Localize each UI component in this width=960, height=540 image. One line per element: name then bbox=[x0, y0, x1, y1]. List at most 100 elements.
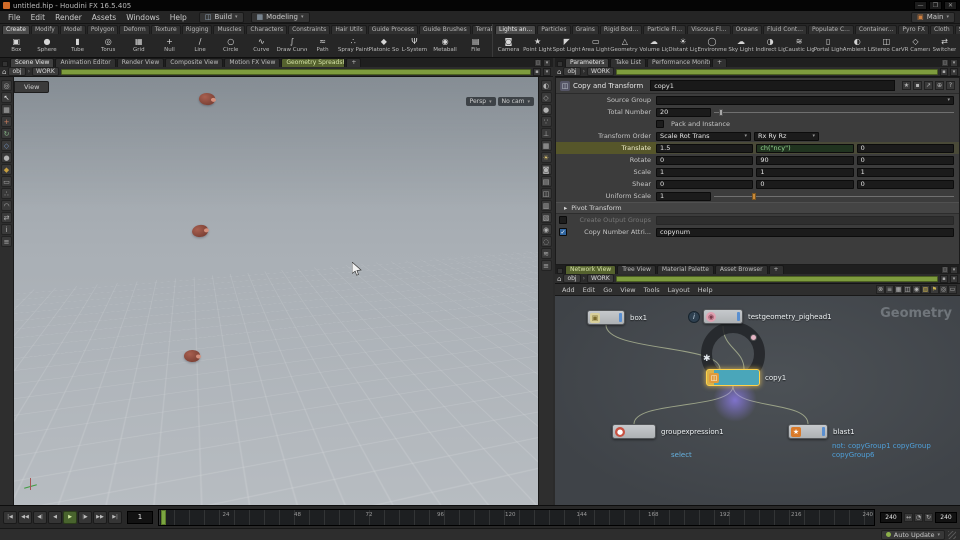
current-frame-field[interactable]: 1 bbox=[127, 510, 153, 524]
copy-number-field[interactable]: copynum bbox=[656, 227, 954, 237]
menu-item[interactable]: Render bbox=[50, 12, 87, 23]
display-points-icon[interactable]: ∵ bbox=[540, 116, 552, 127]
shelf-tab[interactable]: Container... bbox=[854, 25, 898, 34]
mode-selector[interactable]: ▦ Modeling ▾ bbox=[250, 11, 310, 23]
home-icon[interactable]: ⌂ bbox=[2, 68, 6, 76]
shelf-tab[interactable]: Constraints bbox=[288, 25, 331, 34]
node-blast1[interactable]: ★ blast1 bbox=[788, 424, 855, 439]
tab-network-view[interactable]: Network View bbox=[565, 265, 617, 274]
snapshot-icon[interactable]: ◫ bbox=[540, 188, 552, 199]
view-tab[interactable]: View bbox=[14, 81, 50, 93]
network-canvas[interactable]: Geometry ✱ ▣ box1 i ◉ testgeometry_pighe… bbox=[555, 296, 960, 505]
pane-pin-icon[interactable] bbox=[557, 268, 563, 274]
display-flag[interactable] bbox=[822, 427, 825, 436]
sculpt-tool-icon[interactable]: ◠ bbox=[1, 200, 12, 211]
pighead-object[interactable] bbox=[184, 349, 201, 362]
menu-item[interactable]: Assets bbox=[87, 12, 121, 23]
path-root[interactable]: obj bbox=[563, 67, 581, 76]
pivot-transform-section[interactable]: ▸ Pivot Transform bbox=[556, 202, 959, 214]
shelf-tab[interactable]: Terrain FX bbox=[471, 25, 492, 34]
menu-item[interactable]: Help bbox=[165, 12, 192, 23]
uniform-scale-field[interactable]: 1 bbox=[656, 191, 711, 201]
pane-menu-icon[interactable]: ▾ bbox=[543, 58, 551, 67]
lights-display-icon[interactable]: ☀ bbox=[540, 152, 552, 163]
flag-display-icon[interactable]: ⚑ bbox=[930, 285, 939, 294]
realtime-toggle-icon[interactable]: ◔ bbox=[914, 512, 923, 522]
shelf-tab[interactable]: Pyro FX bbox=[898, 25, 930, 34]
tab-asset-browser[interactable]: Asset Browser bbox=[714, 265, 768, 274]
visibility-icon[interactable]: ◉ bbox=[540, 224, 552, 235]
pane-split-icon[interactable]: ◫ bbox=[941, 58, 949, 67]
source-group-field[interactable]: ▾ bbox=[656, 95, 954, 105]
snap-options-icon[interactable]: ◆ bbox=[1, 164, 12, 175]
tool-box[interactable]: ▣ Box bbox=[1, 35, 32, 57]
pane-pin-icon[interactable] bbox=[2, 61, 8, 67]
tool-switcher[interactable]: ⇄ Switcher bbox=[930, 35, 959, 57]
group-prefix-field[interactable] bbox=[656, 215, 954, 225]
transform-order-select[interactable]: Scale Rot Trans ▾ bbox=[656, 131, 751, 141]
menu-item[interactable]: File bbox=[3, 12, 26, 23]
range-slider-icon[interactable]: ↔ bbox=[904, 512, 913, 522]
tab-take-list[interactable]: Take List bbox=[610, 58, 647, 67]
pighead-object[interactable] bbox=[191, 224, 208, 238]
network-menu-item[interactable]: Tools bbox=[640, 286, 664, 294]
tab-new[interactable]: + bbox=[768, 265, 784, 274]
tab-geometry-spreadsheet[interactable]: Geometry Spreadsheet bbox=[281, 58, 346, 67]
total-number-slider[interactable] bbox=[714, 108, 954, 117]
loop-mode-icon[interactable]: ↻ bbox=[924, 512, 933, 522]
path-menu-icon[interactable]: ▾ bbox=[950, 67, 958, 76]
timeline[interactable]: 24 48 72 96 120 144 168 192 216 240 bbox=[158, 508, 875, 526]
translate-z-field[interactable]: 0 bbox=[856, 143, 954, 153]
menu-item[interactable]: Edit bbox=[26, 12, 51, 23]
copy-number-checkbox[interactable]: ✓ bbox=[559, 228, 567, 236]
main-take-selector[interactable]: ▣ Main ▾ bbox=[911, 11, 955, 23]
flipbook-icon[interactable]: ▥ bbox=[540, 200, 552, 211]
resize-grip[interactable] bbox=[948, 530, 956, 539]
scale-z-field[interactable]: 1 bbox=[856, 167, 954, 177]
shelf-tab[interactable]: Guide Brushes bbox=[419, 25, 471, 34]
mirror-tool-icon[interactable]: ⇄ bbox=[1, 212, 12, 223]
display-normals-icon[interactable]: ⊥ bbox=[540, 128, 552, 139]
node-name-field[interactable]: copy1 bbox=[650, 80, 895, 91]
rotate-order-select[interactable]: Rx Ry Rz ▾ bbox=[754, 131, 819, 141]
tool-spot-light[interactable]: ◤ Spot Light bbox=[552, 35, 581, 57]
tool-grid[interactable]: ▦ Grid bbox=[124, 35, 155, 57]
shelf-tab[interactable]: Fluid Cont... bbox=[762, 25, 807, 34]
display-grid-icon[interactable]: ▦ bbox=[540, 140, 552, 151]
shelf-tab[interactable]: Solid bbox=[954, 25, 960, 34]
path-root[interactable]: obj bbox=[563, 274, 581, 283]
tab-new[interactable]: + bbox=[346, 58, 362, 67]
shelf-tab[interactable]: Oceans bbox=[731, 25, 762, 34]
shelf-tab[interactable]: Populate C... bbox=[807, 25, 854, 34]
isolate-icon[interactable]: ◌ bbox=[540, 236, 552, 247]
shelf-tab[interactable]: Polygon bbox=[86, 25, 119, 34]
scale-y-field[interactable]: 1 bbox=[756, 167, 854, 177]
playhead[interactable] bbox=[161, 509, 166, 525]
smooth-shade-icon[interactable]: ● bbox=[540, 104, 552, 115]
tab-scene-view[interactable]: Scene View bbox=[10, 58, 55, 67]
path-pin-icon[interactable]: ▪ bbox=[533, 67, 541, 76]
uniform-scale-slider[interactable] bbox=[714, 192, 954, 201]
construction-plane-icon[interactable]: ▭ bbox=[1, 176, 12, 187]
reverse-button[interactable]: ◀ bbox=[48, 510, 62, 524]
tool-caustic-light[interactable]: ≋ Caustic Light bbox=[785, 35, 814, 57]
pane-menu-icon[interactable]: ▾ bbox=[950, 265, 958, 274]
jump-end-button[interactable]: ▶| bbox=[108, 510, 122, 524]
rotate-tool-icon[interactable]: ↻ bbox=[1, 128, 12, 139]
pane-pin-icon[interactable] bbox=[557, 61, 563, 67]
node-groupexpression1[interactable]: ● groupexpression1 bbox=[612, 424, 724, 439]
network-overview-icon[interactable]: ▭ bbox=[948, 285, 957, 294]
wireframe-display-icon[interactable]: ◇ bbox=[540, 92, 552, 103]
tool-metaball[interactable]: ◉ Metaball bbox=[430, 35, 461, 57]
network-menu-item[interactable]: Add bbox=[558, 286, 579, 294]
badges-icon[interactable]: ◉ bbox=[912, 285, 921, 294]
pose-tool-icon[interactable]: ● bbox=[1, 152, 12, 163]
pane-menu-icon[interactable]: ▾ bbox=[950, 58, 958, 67]
shelf-tab[interactable]: Hair Utils bbox=[331, 25, 367, 34]
path-menu-icon[interactable]: ▾ bbox=[950, 274, 958, 283]
path-pin-icon[interactable]: ▪ bbox=[940, 274, 948, 283]
prev-frame-button[interactable]: ◀| bbox=[33, 510, 47, 524]
tab-new[interactable]: + bbox=[712, 58, 728, 67]
total-number-field[interactable]: 20 bbox=[656, 107, 711, 117]
tool-distant-light[interactable]: ☀ Distant Light bbox=[668, 35, 697, 57]
